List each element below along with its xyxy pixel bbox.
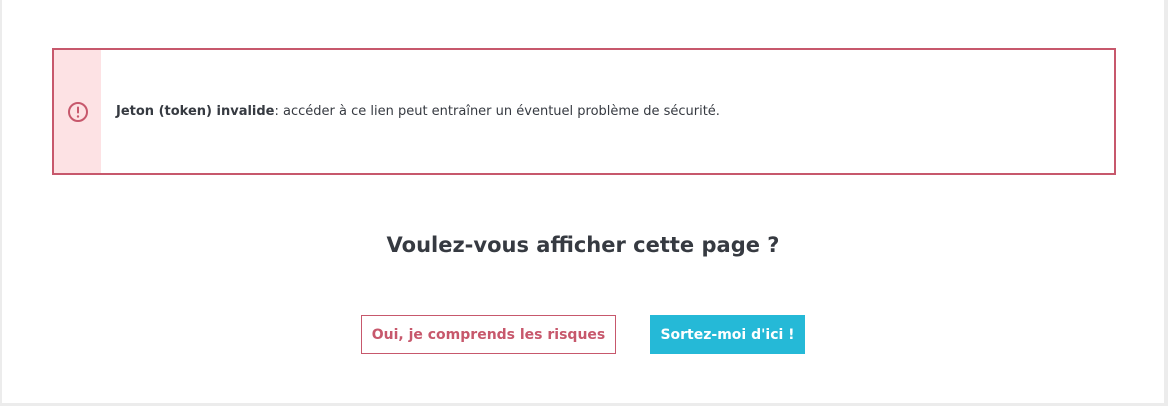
invalid-token-alert: Jeton (token) invalide: accéder à ce lie… <box>52 48 1116 175</box>
leave-button[interactable]: Sortez-moi d'ici ! <box>650 315 805 354</box>
accept-risk-button[interactable]: Oui, je comprends les risques <box>361 315 616 354</box>
alert-body: : accéder à ce lien peut entraîner un év… <box>274 104 720 119</box>
alert-icon-column <box>54 50 101 173</box>
exclamation-circle-icon <box>67 101 88 122</box>
alert-title: Jeton (token) invalide <box>116 104 275 119</box>
alert-message: Jeton (token) invalide: accéder à ce lie… <box>116 104 720 120</box>
page-question: Voulez-vous afficher cette page ? <box>386 233 780 257</box>
page-panel: Jeton (token) invalide: accéder à ce lie… <box>2 0 1164 403</box>
